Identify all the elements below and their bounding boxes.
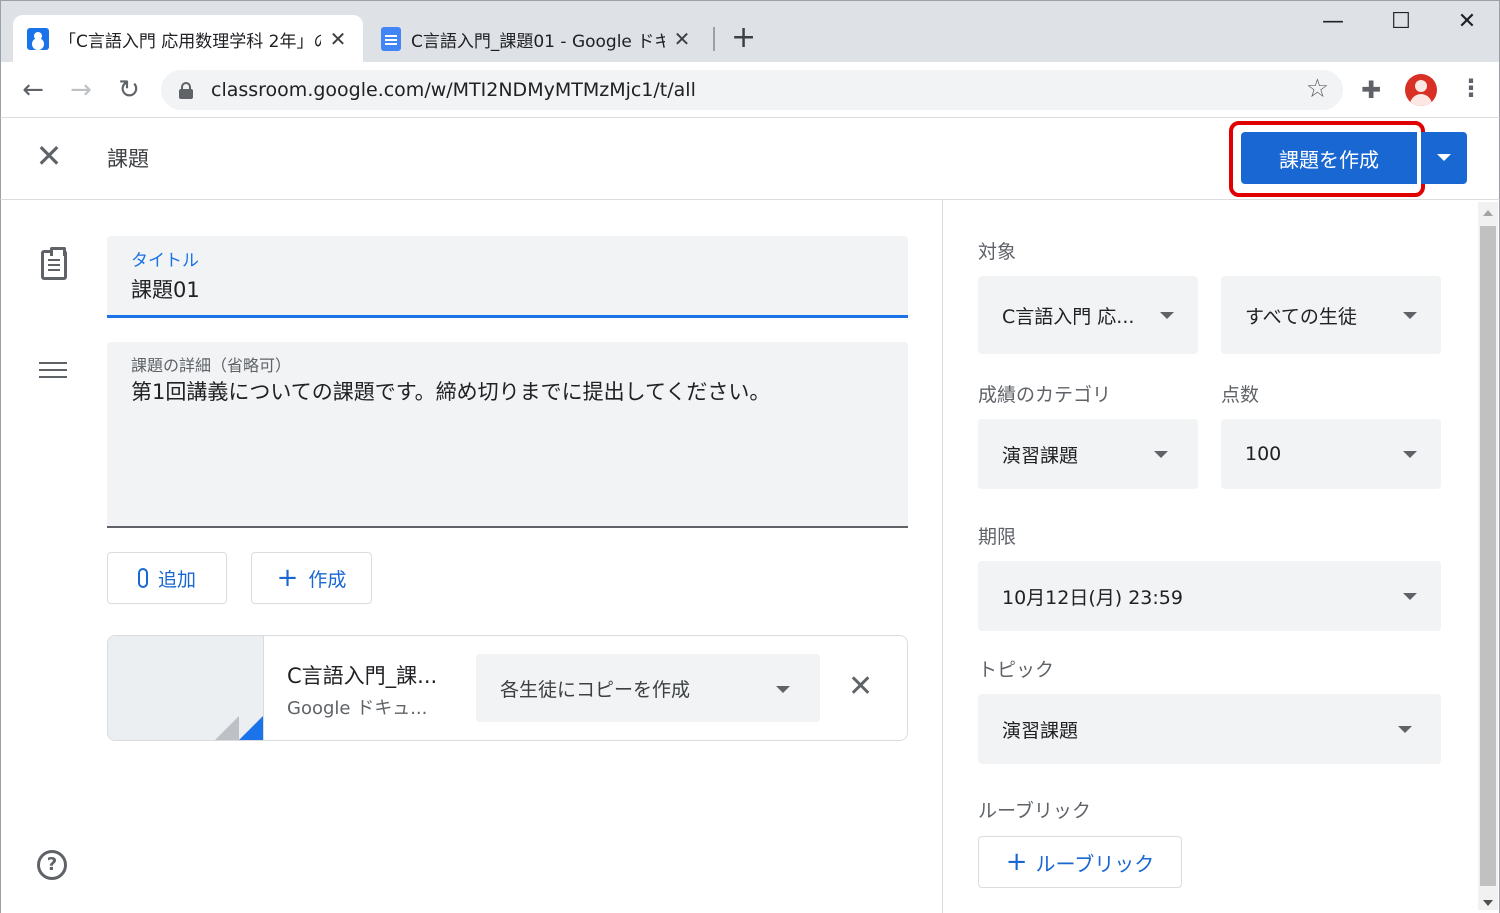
points-label: 点数 <box>1221 384 1260 406</box>
window-close-button[interactable]: ✕ <box>1447 9 1487 34</box>
tab-title: 「C言語入門 応用数理学科 2年」の <box>59 31 321 52</box>
topic-value: 演習課題 <box>1002 719 1079 742</box>
chevron-down-icon <box>1160 312 1174 319</box>
topic-label: トピック <box>978 659 1055 681</box>
tab-separator <box>713 27 715 51</box>
create-assignment-button[interactable]: 課題を作成 <box>1241 132 1417 184</box>
page-title: 課題 <box>107 147 149 171</box>
title-field[interactable]: タイトル 課題01 <box>107 236 908 318</box>
create-options-dropdown[interactable] <box>1421 132 1467 184</box>
title-label: タイトル <box>131 251 199 271</box>
description-icon <box>39 362 67 364</box>
share-mode-value: 各生徒にコピーを作成 <box>500 678 691 701</box>
browser-menu-icon[interactable]: ⋮ <box>1459 74 1483 102</box>
profile-avatar[interactable] <box>1405 74 1437 106</box>
bookmark-star-icon[interactable]: ☆ <box>1306 74 1329 104</box>
students-value: すべての生徒 <box>1245 305 1357 328</box>
classroom-icon <box>27 28 49 50</box>
plus-icon: + <box>1005 847 1028 877</box>
assignment-icon <box>41 247 67 280</box>
title-input[interactable]: 課題01 <box>131 274 200 304</box>
browser-toolbar: ← → ↻ classroom.google.com/w/MTI2NDMyMTM… <box>0 62 1500 118</box>
add-label: 追加 <box>157 568 196 591</box>
assignment-header: ✕ 課題 課題を作成 <box>0 118 1500 200</box>
help-icon[interactable]: ? <box>37 850 67 880</box>
due-label: 期限 <box>978 526 1017 548</box>
points-select[interactable]: 100 <box>1221 419 1441 489</box>
due-value: 10月12日(月) 23:59 <box>1002 586 1183 609</box>
add-rubric-button[interactable]: + ルーブリック <box>978 836 1182 888</box>
docs-icon <box>381 27 401 51</box>
tab-docs[interactable]: C言語入門_課題01 - Google ドキュ ✕ <box>367 15 707 63</box>
share-mode-select[interactable]: 各生徒にコピーを作成 <box>476 654 820 722</box>
grade-category-select[interactable]: 演習課題 <box>978 419 1198 489</box>
tab-classroom[interactable]: 「C言語入門 応用数理学科 2年」の ✕ <box>13 15 363 63</box>
paperclip-icon <box>137 568 148 588</box>
forward-arrow-icon[interactable]: → <box>63 72 99 108</box>
close-icon[interactable]: ✕ <box>33 140 65 172</box>
attachment-name[interactable]: C言語入門_課... <box>287 660 437 690</box>
create-attachment-button[interactable]: + 作成 <box>251 552 372 604</box>
detail-field[interactable]: 課題の詳細（省略可） 第1回講義についての課題です。締め切りまでに提出してくださ… <box>107 342 908 528</box>
maximize-button[interactable]: ☐ <box>1381 9 1421 34</box>
class-select[interactable]: C言語入門 応... <box>978 276 1198 354</box>
rubric-button-label: ルーブリック <box>1035 851 1155 876</box>
browser-tab-strip: 「C言語入門 応用数理学科 2年」の ✕ C言語入門_課題01 - Google… <box>0 0 1500 63</box>
lock-icon[interactable] <box>179 82 193 99</box>
class-value: C言語入門 応... <box>1002 305 1135 328</box>
plus-icon: + <box>276 563 299 593</box>
chevron-down-icon <box>1403 451 1417 458</box>
detail-label: 課題の詳細（省略可） <box>131 356 292 375</box>
url-text[interactable]: classroom.google.com/w/MTI2NDMyMTMzMjc1/… <box>211 79 696 101</box>
reload-icon[interactable]: ↻ <box>111 72 147 108</box>
rubric-label: ルーブリック <box>978 800 1091 822</box>
grade-category-value: 演習課題 <box>1002 444 1079 467</box>
tab-close-icon[interactable]: ✕ <box>327 27 349 51</box>
settings-sidebar: 対象 C言語入門 応... すべての生徒 成績のカテゴリ 点数 演習課題 100… <box>943 200 1500 913</box>
remove-attachment-icon[interactable]: ✕ <box>848 672 873 702</box>
minimize-button[interactable]: — <box>1313 9 1353 34</box>
assignment-form: タイトル 課題01 課題の詳細（省略可） 第1回講義についての課題です。締め切り… <box>0 200 943 913</box>
students-select[interactable]: すべての生徒 <box>1221 276 1441 354</box>
back-arrow-icon[interactable]: ← <box>15 72 51 108</box>
chevron-down-icon <box>1403 312 1417 319</box>
scroll-down-arrow-icon[interactable] <box>1483 900 1493 906</box>
thumbnail-fold-shade <box>215 716 239 740</box>
chevron-down-icon <box>1403 593 1417 600</box>
address-bar[interactable]: classroom.google.com/w/MTI2NDMyMTMzMjc1/… <box>161 70 1343 110</box>
tab-title: C言語入門_課題01 - Google ドキュ <box>411 31 665 52</box>
sidebar-scrollbar[interactable] <box>1478 202 1498 910</box>
docs-corner-icon <box>239 716 263 740</box>
tab-close-icon[interactable]: ✕ <box>671 27 693 51</box>
chevron-down-icon <box>1154 451 1168 458</box>
due-date-select[interactable]: 10月12日(月) 23:59 <box>978 561 1441 631</box>
extensions-puzzle-icon[interactable]: ✚ <box>1361 76 1381 104</box>
chevron-down-icon <box>776 686 790 693</box>
target-label: 対象 <box>978 241 1017 263</box>
new-tab-button[interactable]: + <box>731 23 756 53</box>
scroll-thumb[interactable] <box>1480 226 1496 886</box>
grade-category-label: 成績のカテゴリ <box>978 384 1112 406</box>
points-value: 100 <box>1245 443 1282 465</box>
document-thumbnail[interactable] <box>108 636 264 740</box>
chevron-down-icon <box>1398 726 1412 733</box>
scroll-up-arrow-icon[interactable] <box>1483 210 1493 216</box>
detail-input[interactable]: 第1回講義についての課題です。締め切りまでに提出してください。 <box>131 376 770 406</box>
attachment-card[interactable]: C言語入門_課... Google ドキュ... 各生徒にコピーを作成 ✕ <box>107 635 908 741</box>
attachment-type: Google ドキュ... <box>287 698 428 719</box>
create-label: 作成 <box>308 568 347 591</box>
add-attachment-button[interactable]: 追加 <box>107 552 227 604</box>
topic-select[interactable]: 演習課題 <box>978 694 1441 764</box>
